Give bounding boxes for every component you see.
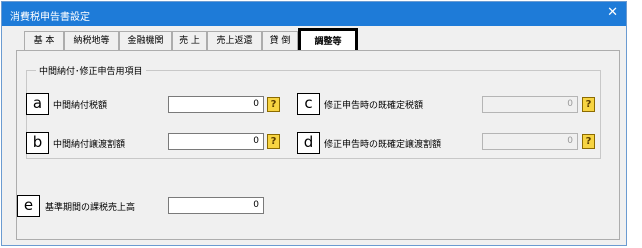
tab-sales-returns[interactable]: 売上返還 (207, 31, 262, 50)
help-icon[interactable]: ? (267, 134, 280, 149)
base-period-sales-input[interactable]: 0 (168, 197, 264, 214)
marker-e: e (17, 195, 40, 217)
interim-transfer-input[interactable]: 0 (168, 133, 264, 150)
confirmed-tax-input: 0 (482, 96, 578, 113)
confirmed-tax-label: 修正申告時の既確定税額 (324, 101, 424, 111)
tab-basic[interactable]: 基 本 (24, 31, 64, 50)
group-title: 中間納付･修正申告用項目 (36, 64, 146, 77)
base-period-sales-label: 基準期間の課税売上高 (45, 203, 136, 213)
confirmed-transfer-input: 0 (482, 133, 578, 150)
tab-adjustments[interactable]: 調整等 (298, 28, 358, 50)
title-bar: 消費税申告書設定 ✕ (2, 2, 626, 26)
marker-a: a (26, 93, 49, 115)
tab-strip: 基 本 納税地等 金融機関 売 上 売上返還 貸 倒 調整等 (24, 28, 624, 51)
window-title: 消費税申告書設定 (10, 12, 90, 23)
interim-tax-label: 中間納付税額 (53, 101, 108, 111)
confirmed-transfer-label: 修正申告時の既確定譲渡割額 (324, 140, 442, 150)
interim-transfer-label: 中間納付譲渡割額 (53, 140, 126, 150)
marker-b: b (26, 132, 49, 154)
interim-tax-input[interactable]: 0 (168, 96, 264, 113)
tab-sales[interactable]: 売 上 (172, 31, 207, 50)
tab-tax-place[interactable]: 納税地等 (64, 31, 119, 50)
tab-bad-debt[interactable]: 貸 倒 (262, 31, 298, 50)
help-icon[interactable]: ? (582, 97, 595, 112)
help-icon[interactable]: ? (267, 97, 280, 112)
close-icon[interactable]: ✕ (607, 5, 618, 21)
marker-c: c (297, 93, 320, 115)
tab-financial-institution[interactable]: 金融機関 (119, 31, 172, 50)
help-icon[interactable]: ? (582, 134, 595, 149)
marker-d: d (297, 132, 320, 154)
